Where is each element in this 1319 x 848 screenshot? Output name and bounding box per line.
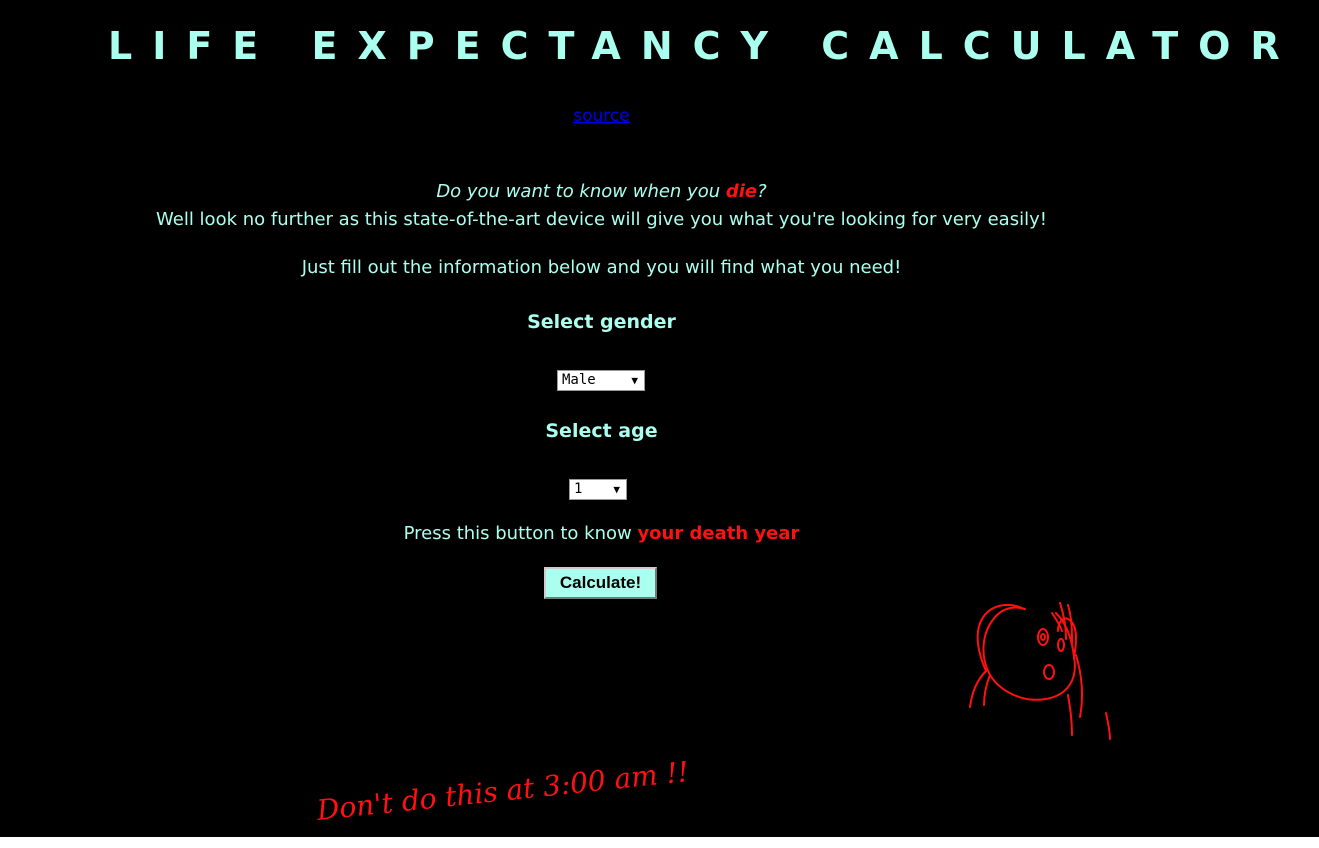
page-canvas: LIFE EXPECTANCY CALCULATOR source Do you… <box>0 0 1319 837</box>
handwritten-note-text: Don't do this at 3:00 am !! <box>314 755 690 827</box>
handwritten-note: Don't do this at 3:00 am !! <box>314 755 690 827</box>
bottom-strip <box>0 837 1319 848</box>
